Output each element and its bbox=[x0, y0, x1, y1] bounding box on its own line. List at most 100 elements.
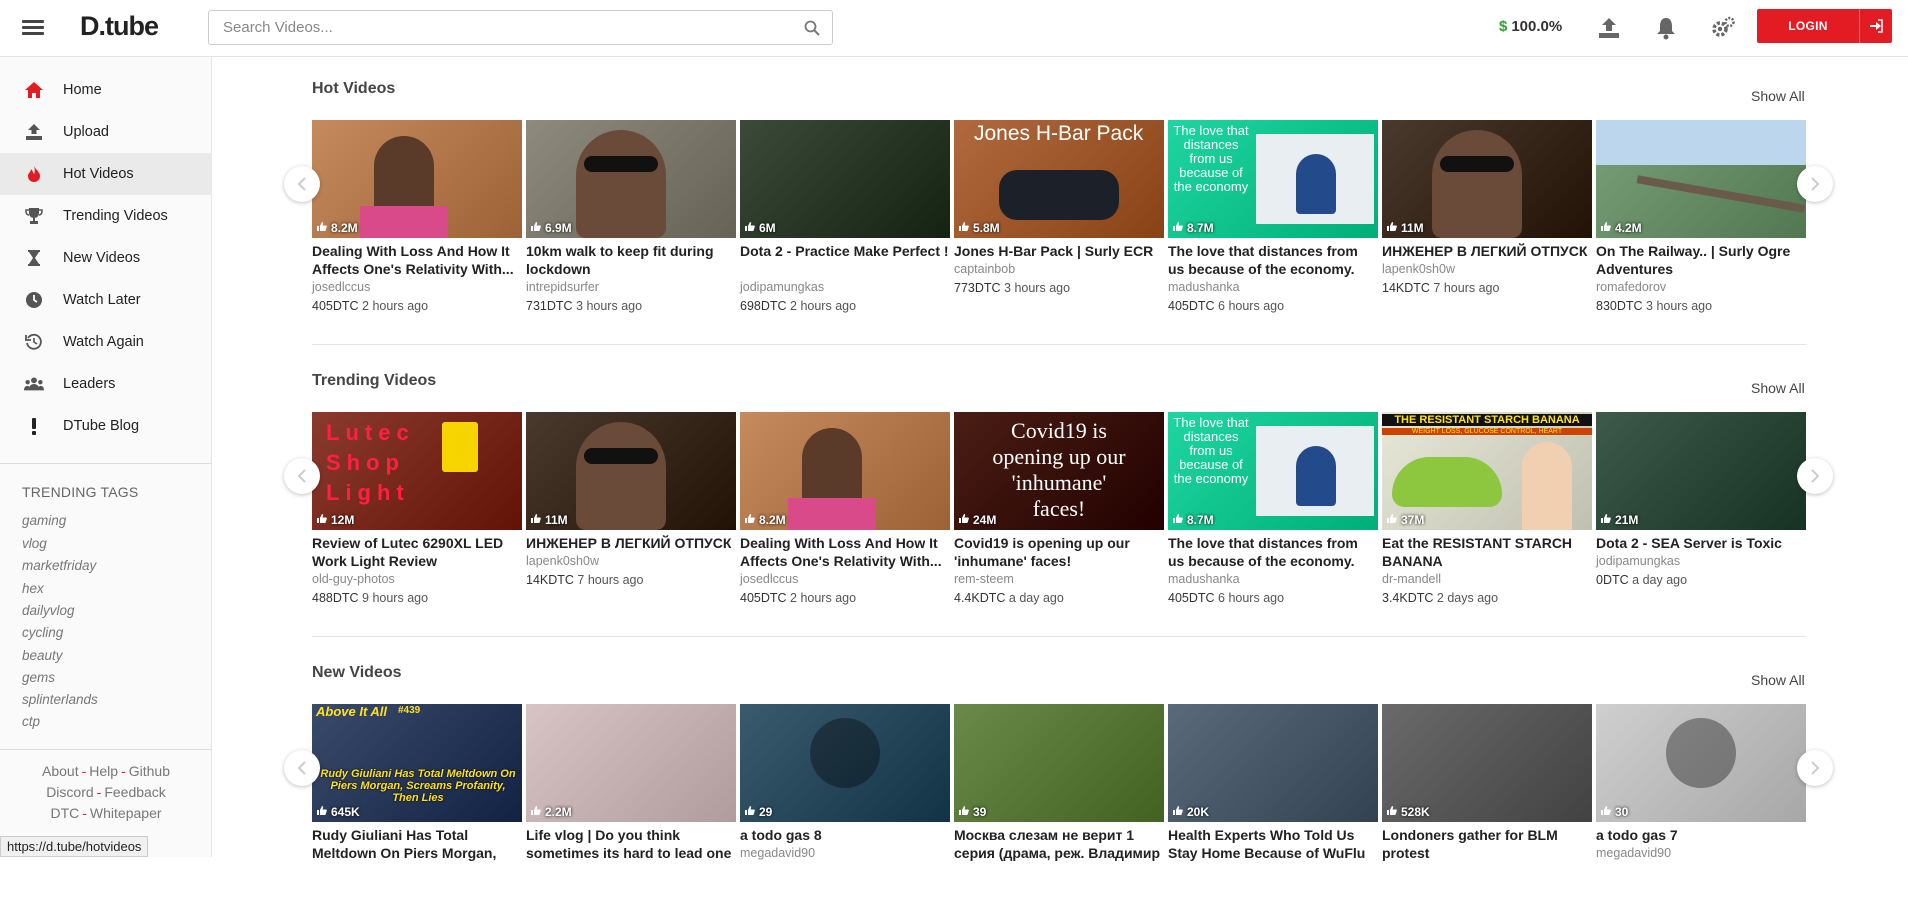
carousel-prev-button[interactable] bbox=[284, 458, 320, 494]
video-title[interactable]: Review of Lutec 6290XL LED Work Light Re… bbox=[312, 534, 522, 570]
video-title[interactable]: On The Railway.. | Surly Ogre Adventures bbox=[1596, 242, 1806, 278]
video-card[interactable]: Jones H-Bar Pack 5.8M Jones H-Bar Pack | S… bbox=[954, 120, 1164, 320]
video-title[interactable]: Eat the RESISTANT STARCH BANANA bbox=[1382, 534, 1592, 570]
video-card[interactable]: 39 Москва слезам не верит 1 серия (драма,… bbox=[954, 704, 1164, 904]
video-author[interactable]: madushanka bbox=[1168, 280, 1240, 294]
video-title[interactable]: a todo gas 8 bbox=[740, 826, 950, 844]
tag-link[interactable]: dailyvlog bbox=[22, 603, 75, 618]
video-title[interactable]: The love that distances from us because … bbox=[1168, 534, 1378, 570]
video-card[interactable]: 20K Health Experts Who Told Us Stay Home … bbox=[1168, 704, 1378, 904]
video-thumbnail[interactable]: 20K bbox=[1168, 704, 1378, 822]
help-link[interactable]: Help bbox=[89, 763, 118, 779]
about-link[interactable]: About bbox=[42, 763, 79, 779]
video-author[interactable]: megadavid90 bbox=[740, 846, 815, 860]
video-title[interactable]: a todo gas 7 bbox=[1596, 826, 1806, 844]
video-card[interactable]: 8.2M Dealing With Loss And How It Affects… bbox=[312, 120, 522, 320]
video-card[interactable]: 8.2M Dealing With Loss And How It Affects… bbox=[740, 412, 950, 612]
bell-icon[interactable] bbox=[1653, 15, 1679, 41]
tag-link[interactable]: vlog bbox=[22, 536, 47, 551]
video-author[interactable]: rem-steem bbox=[954, 572, 1014, 586]
hamburger-menu-icon[interactable] bbox=[22, 17, 44, 39]
video-thumbnail[interactable]: 30 bbox=[1596, 704, 1806, 822]
video-thumbnail[interactable]: 6M bbox=[740, 120, 950, 238]
video-author[interactable]: lapenk0sh0w bbox=[526, 554, 599, 568]
video-card[interactable]: 29 a todo gas 8 megadavid90 bbox=[740, 704, 950, 904]
video-author[interactable]: intrepidsurfer bbox=[526, 280, 599, 294]
feedback-link[interactable]: Feedback bbox=[104, 784, 165, 800]
vp-balance[interactable]: $100.0% bbox=[1499, 18, 1562, 35]
video-title[interactable]: Dota 2 - Practice Make Perfect ! bbox=[740, 242, 950, 260]
search-icon[interactable] bbox=[804, 20, 820, 36]
video-thumbnail[interactable]: 39 bbox=[954, 704, 1164, 822]
video-author[interactable]: lapenk0sh0w bbox=[1382, 262, 1455, 276]
github-link[interactable]: Github bbox=[129, 763, 170, 779]
tag-link[interactable]: hex bbox=[22, 581, 44, 596]
video-card[interactable]: 11M ИНЖЕНЕР В ЛЕГКИЙ ОТПУСК lapenk0sh0w 14K… bbox=[1382, 120, 1592, 320]
search-input[interactable] bbox=[209, 11, 789, 44]
dtube-logo[interactable]: D.tube bbox=[80, 11, 159, 42]
video-card[interactable]: 21M Dota 2 - SEA Server is Toxic jodipamun… bbox=[1596, 412, 1806, 612]
tag-link[interactable]: cycling bbox=[22, 625, 63, 640]
carousel-prev-button[interactable] bbox=[284, 166, 320, 202]
video-thumbnail[interactable]: 21M bbox=[1596, 412, 1806, 530]
video-thumbnail[interactable]: Above It All #439 Rudy Giuliani Has Total … bbox=[312, 704, 522, 822]
whitepaper-link[interactable]: Whitepaper bbox=[90, 805, 162, 821]
video-card[interactable]: 6M Dota 2 - Practice Make Perfect ! jodipa… bbox=[740, 120, 950, 320]
video-card[interactable]: 30 a todo gas 7 megadavid90 bbox=[1596, 704, 1806, 904]
tag-link[interactable]: ctp bbox=[22, 714, 40, 729]
video-card[interactable]: Above It All #439 Rudy Giuliani Has Total … bbox=[312, 704, 522, 904]
video-author[interactable]: josedlccus bbox=[312, 280, 370, 294]
upload-icon[interactable] bbox=[1596, 15, 1622, 41]
video-title[interactable]: Dota 2 - SEA Server is Toxic bbox=[1596, 534, 1806, 552]
video-card[interactable]: Covid19 is opening up our 'inhumane' fac… bbox=[954, 412, 1164, 612]
sidebar-item-leaders[interactable]: Leaders bbox=[0, 363, 212, 405]
video-thumbnail[interactable]: 8.2M bbox=[312, 120, 522, 238]
video-thumbnail[interactable]: 8.2M bbox=[740, 412, 950, 530]
sidebar-item-dtube-blog[interactable]: DTube Blog bbox=[0, 405, 212, 447]
video-thumbnail[interactable]: 29 bbox=[740, 704, 950, 822]
video-card[interactable]: THE RESISTANT STARCH BANANA WEIGHT LOSS, … bbox=[1382, 412, 1592, 612]
video-author[interactable]: romafedorov bbox=[1596, 280, 1666, 294]
dtc-link[interactable]: DTC bbox=[50, 805, 79, 821]
video-title[interactable]: Dealing With Loss And How It Affects One… bbox=[740, 534, 950, 570]
tag-link[interactable]: splinterlands bbox=[22, 692, 98, 707]
sidebar-item-watch-again[interactable]: Watch Again bbox=[0, 321, 212, 363]
carousel-next-button[interactable] bbox=[1797, 750, 1833, 786]
sidebar-item-trending-videos[interactable]: Trending Videos bbox=[0, 195, 212, 237]
video-card[interactable]: The love that distances from us because … bbox=[1168, 120, 1378, 320]
show-all-trending-videos[interactable]: Show All bbox=[1751, 380, 1805, 396]
video-author[interactable]: madushanka bbox=[1168, 572, 1240, 586]
video-author[interactable]: dr-mandell bbox=[1382, 572, 1441, 586]
video-thumbnail[interactable]: 528K bbox=[1382, 704, 1592, 822]
video-thumbnail[interactable]: 6.9M bbox=[526, 120, 736, 238]
sidebar-item-new-videos[interactable]: New Videos bbox=[0, 237, 212, 279]
video-title[interactable]: 10km walk to keep fit during lockdown bbox=[526, 242, 736, 278]
sidebar-item-hot-videos[interactable]: Hot Videos bbox=[0, 153, 212, 195]
video-card[interactable]: 11M ИНЖЕНЕР В ЛЕГКИЙ ОТПУСК lapenk0sh0w 14K… bbox=[526, 412, 736, 612]
video-author[interactable]: captainbob bbox=[954, 262, 1015, 276]
carousel-next-button[interactable] bbox=[1797, 166, 1833, 202]
video-thumbnail[interactable]: The love that distances from us because … bbox=[1168, 120, 1378, 238]
video-author[interactable]: megadavid90 bbox=[1596, 846, 1671, 860]
video-author[interactable]: jodipamungkas bbox=[1596, 554, 1680, 568]
video-title[interactable]: The love that distances from us because … bbox=[1168, 242, 1378, 278]
video-title[interactable]: ИНЖЕНЕР В ЛЕГКИЙ ОТПУСК bbox=[526, 534, 736, 552]
video-author[interactable]: josedlccus bbox=[740, 572, 798, 586]
video-card[interactable]: 6.9M 10km walk to keep fit during lockdow… bbox=[526, 120, 736, 320]
tag-link[interactable]: gems bbox=[22, 670, 55, 685]
video-card[interactable]: The love that distances from us because … bbox=[1168, 412, 1378, 612]
show-all-hot-videos[interactable]: Show All bbox=[1751, 88, 1805, 104]
video-thumbnail[interactable]: Covid19 is opening up our 'inhumane' fac… bbox=[954, 412, 1164, 530]
video-author[interactable]: old-guy-photos bbox=[312, 572, 395, 586]
video-card[interactable]: 4.2M On The Railway.. | Surly Ogre Advent… bbox=[1596, 120, 1806, 320]
video-thumbnail[interactable]: 11M bbox=[1382, 120, 1592, 238]
sidebar-item-home[interactable]: Home bbox=[0, 69, 212, 111]
sidebar-item-watch-later[interactable]: Watch Later bbox=[0, 279, 212, 321]
video-title[interactable]: Covid19 is opening up our 'inhumane' fac… bbox=[954, 534, 1164, 570]
video-title[interactable]: Dealing With Loss And How It Affects One… bbox=[312, 242, 522, 278]
tag-link[interactable]: gaming bbox=[22, 513, 66, 528]
sidebar-item-upload[interactable]: Upload bbox=[0, 111, 212, 153]
video-card[interactable]: 2.2M Life vlog | Do you think sometimes i… bbox=[526, 704, 736, 904]
video-thumbnail[interactable]: 2.2M bbox=[526, 704, 736, 822]
video-thumbnail[interactable]: THE RESISTANT STARCH BANANA WEIGHT LOSS, … bbox=[1382, 412, 1592, 530]
